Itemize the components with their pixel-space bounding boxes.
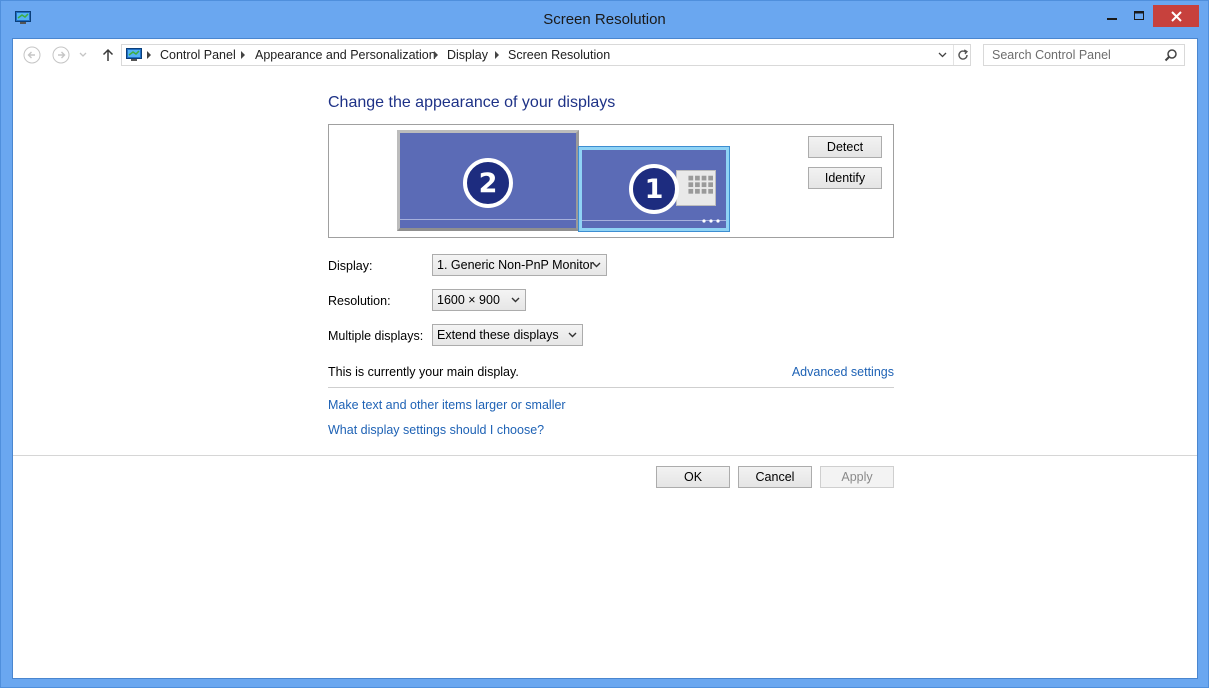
monitor-1-thumbnail[interactable]: 1 — [579, 147, 729, 231]
advanced-settings-link[interactable]: Advanced settings — [792, 365, 894, 379]
address-bar[interactable]: Control Panel Appearance and Personaliza… — [121, 44, 971, 66]
breadcrumb-separator-icon[interactable] — [495, 51, 499, 59]
title-bar[interactable]: Screen Resolution — [1, 1, 1208, 39]
up-button[interactable] — [98, 45, 118, 65]
monitor-arrangement-area: 2 1 Detect Identify — [328, 124, 894, 238]
display-select-value: 1. Generic Non-PnP Monitor — [437, 258, 594, 272]
minimize-icon — [1107, 18, 1117, 20]
make-text-larger-link[interactable]: Make text and other items larger or smal… — [328, 398, 566, 412]
display-select[interactable]: 1. Generic Non-PnP Monitor — [432, 254, 607, 276]
close-button[interactable] — [1153, 5, 1199, 27]
divider — [328, 387, 894, 388]
cancel-button[interactable]: Cancel — [738, 466, 812, 488]
breadcrumb-separator-icon[interactable] — [434, 51, 438, 59]
breadcrumb-separator-icon[interactable] — [241, 51, 245, 59]
refresh-button[interactable] — [953, 45, 971, 65]
search-box[interactable] — [983, 44, 1185, 66]
control-panel-monitor-icon — [126, 48, 142, 61]
monitor-taskbar-line — [400, 219, 576, 220]
up-arrow-icon — [102, 48, 114, 61]
forward-button[interactable] — [51, 45, 71, 65]
chevron-down-icon — [592, 262, 601, 268]
resolution-label: Resolution: — [328, 294, 391, 308]
detect-button[interactable]: Detect — [808, 136, 882, 158]
back-arrow-icon — [23, 46, 41, 64]
maximize-icon — [1134, 11, 1144, 20]
chevron-down-icon — [511, 297, 520, 303]
chevron-down-icon — [79, 52, 87, 57]
resolution-select-value: 1600 × 900 — [437, 293, 500, 307]
apply-button[interactable]: Apply — [820, 466, 894, 488]
monitor-1-number-badge: 1 — [629, 164, 679, 214]
recent-locations-button[interactable] — [77, 45, 89, 65]
monitor-2-number-badge: 2 — [463, 158, 513, 208]
multiple-displays-select[interactable]: Extend these displays — [432, 324, 583, 346]
maximize-button[interactable] — [1127, 5, 1151, 27]
search-input[interactable] — [984, 45, 1160, 65]
taskbar-dots-icon — [702, 219, 720, 223]
monitor-2-thumbnail[interactable]: 2 — [397, 130, 579, 231]
minimize-button[interactable] — [1100, 5, 1124, 27]
address-dropdown-button[interactable] — [933, 45, 951, 65]
breadcrumb-control-panel[interactable]: Control Panel — [160, 48, 236, 62]
breadcrumb-display[interactable]: Display — [447, 48, 488, 62]
breadcrumb-separator-icon[interactable] — [147, 51, 151, 59]
breadcrumb-appearance-and-personalization[interactable]: Appearance and Personalization — [255, 48, 436, 62]
resolution-select[interactable]: 1600 × 900 — [432, 289, 526, 311]
forward-arrow-icon — [52, 46, 70, 64]
ok-button[interactable]: OK — [656, 466, 730, 488]
multiple-displays-label: Multiple displays: — [328, 329, 424, 343]
window-title: Screen Resolution — [543, 11, 666, 28]
breadcrumb-screen-resolution[interactable]: Screen Resolution — [508, 48, 610, 62]
window-frame: Screen Resolution Control Panel Appearan… — [0, 0, 1209, 688]
window-content: Control Panel Appearance and Personaliza… — [12, 38, 1198, 679]
chevron-down-icon — [568, 332, 577, 338]
display-settings-help-link[interactable]: What display settings should I choose? — [328, 423, 544, 437]
chevron-down-icon — [938, 52, 946, 58]
refresh-icon — [957, 49, 968, 60]
display-label: Display: — [328, 259, 373, 273]
footer-divider — [13, 455, 1197, 456]
back-button[interactable] — [22, 45, 42, 65]
close-icon — [1170, 10, 1182, 22]
start-screen-grid-icon — [676, 170, 716, 206]
page-title: Change the appearance of your displays — [328, 94, 616, 111]
search-icon[interactable] — [1164, 48, 1178, 62]
multiple-displays-select-value: Extend these displays — [437, 328, 559, 342]
identify-button[interactable]: Identify — [808, 167, 882, 189]
main-display-status: This is currently your main display. — [328, 365, 519, 379]
